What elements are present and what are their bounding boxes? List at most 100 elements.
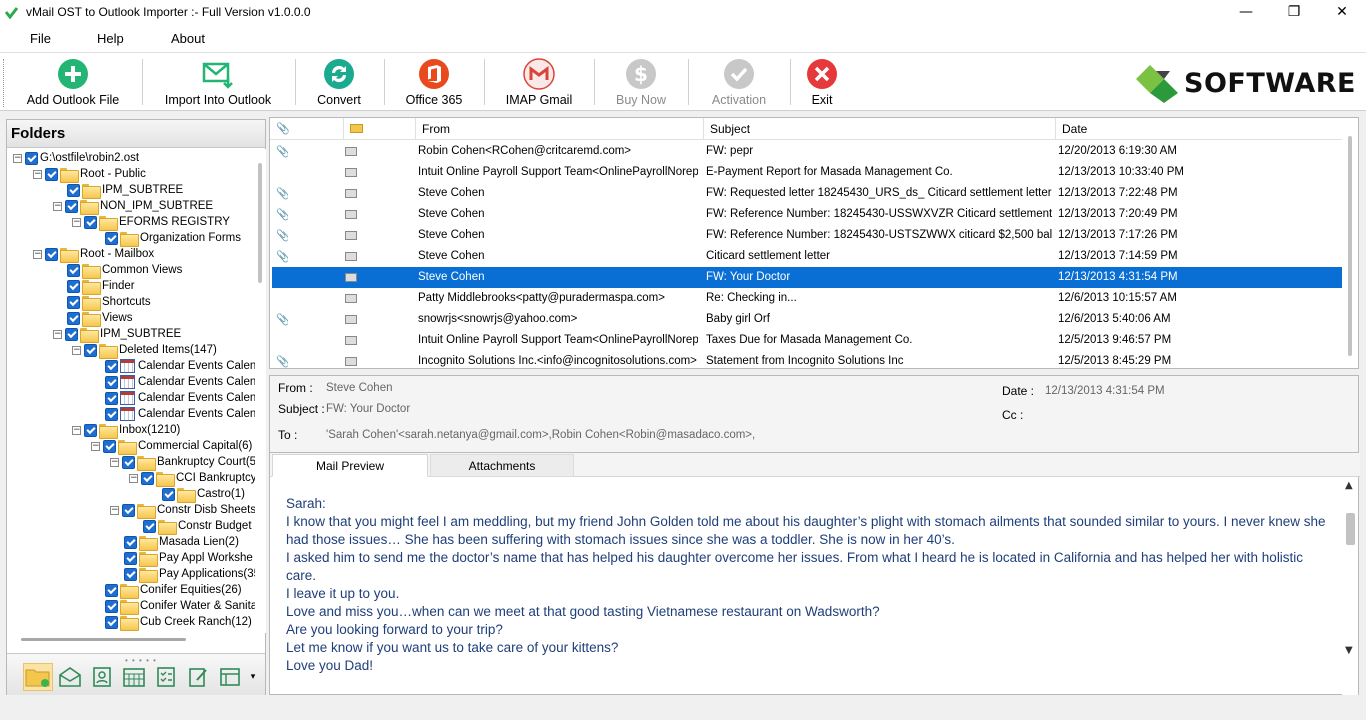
mail-row[interactable]: 📎 snowrjs<snowrjs@yahoo.com> Baby girl Orf… [272, 309, 1342, 330]
tree-node-pay-appl-workshe[interactable]: Pay Appl Workshe [124, 550, 253, 567]
folders-nav-icon [25, 669, 50, 687]
envelope-icon [345, 141, 359, 162]
tree-node-conifer-equities[interactable]: Conifer Equities(26) [105, 582, 242, 599]
tree-node-cub-creek-ranch[interactable]: Cub Creek Ranch(12) [105, 614, 252, 631]
nav-tasks-button[interactable] [151, 663, 181, 691]
menu-about[interactable]: About [171, 31, 205, 46]
tree-node-pay-applications[interactable]: Pay Applications(35 [124, 566, 255, 583]
mail-row[interactable]: 📎 Steve Cohen FW: Reference Number: 182454… [272, 225, 1342, 246]
tree-node-organization-forms[interactable]: Organization Forms [105, 230, 241, 247]
close-window-button[interactable]: ✕ [1318, 0, 1366, 24]
mail-from: Patty Middlebrooks<patty@puradermaspa.co… [418, 292, 665, 304]
body-line: Love you Dad! [286, 658, 374, 673]
mail-row[interactable]: Intuit Online Payroll Support Team<Onlin… [272, 162, 1342, 183]
mail-row[interactable]: 📎 Robin Cohen<RCohen@critcaremd.com> FW: p… [272, 141, 1342, 162]
nav-journal-button[interactable] [215, 663, 245, 691]
envelope-icon [345, 267, 359, 288]
tree-node-eforms-registry[interactable]: − EFORMS REGISTRY [72, 214, 230, 231]
menu-help[interactable]: Help [97, 31, 124, 46]
import-into-outlook-button[interactable]: Import Into Outlook [163, 57, 273, 107]
attachment-column-icon[interactable]: 📎 [270, 118, 294, 140]
tree-node-masada-lien[interactable]: Masada Lien(2) [124, 534, 239, 551]
folder-tree[interactable]: − G:\ostfile\robin2.ost − Root - Public IP… [7, 149, 255, 633]
tree-node-bankruptcy-court[interactable]: − Bankruptcy Court(5 [110, 454, 255, 471]
scroll-up-icon[interactable]: ▲ [1345, 480, 1353, 491]
tree-node-calendar-events-2[interactable]: Calendar Events Calen [105, 374, 255, 390]
tree-node-views[interactable]: Views [67, 310, 132, 327]
tree-node-root-public[interactable]: − Root - Public [33, 166, 146, 183]
attachment-icon [276, 288, 288, 309]
nav-notes-button[interactable] [183, 663, 213, 691]
attachment-icon: 📎 [276, 204, 288, 225]
imap-gmail-button[interactable]: IMAP Gmail [503, 57, 575, 107]
body-line: I asked him to send me the doctor’s name… [286, 550, 1304, 583]
folder-icon [82, 311, 101, 327]
scroll-down-icon[interactable]: ▼ [1345, 645, 1353, 656]
activation-button[interactable]: Activation [708, 57, 770, 107]
tree-node-ipm-subtree-mailbox[interactable]: − IPM_SUBTREE [53, 326, 181, 343]
folder-tree-scrollbar[interactable] [255, 149, 266, 633]
tree-node-cci-bankruptcy[interactable]: − CCI Bankruptcy [129, 470, 255, 487]
nav-more-icon[interactable]: ▾ [245, 663, 261, 691]
tree-node-commercial-capital[interactable]: − Commercial Capital(6) [91, 438, 252, 455]
buy-now-button[interactable]: $ Buy Now [613, 57, 669, 107]
office365-label: Office 365 [405, 93, 463, 107]
folder-icon [139, 567, 158, 583]
column-header-subject[interactable]: Subject [703, 118, 1055, 140]
mail-from: Steve Cohen [418, 250, 485, 262]
mail-row[interactable]: 📎 Steve Cohen Citicard settlement letter 12… [272, 246, 1342, 267]
tree-node-common-views[interactable]: Common Views [67, 262, 182, 279]
maximize-button[interactable]: ❐ [1270, 0, 1318, 24]
folder-tree-hscrollbar[interactable] [21, 638, 186, 641]
mail-from: Steve Cohen [418, 187, 485, 199]
tab-mail-preview[interactable]: Mail Preview [272, 454, 428, 477]
column-header-from[interactable]: From [415, 118, 703, 140]
tree-node-conifer-water[interactable]: Conifer Water & Sanitat [105, 598, 255, 615]
tab-attachments[interactable]: Attachments [430, 454, 574, 477]
tree-node-deleted-items[interactable]: − Deleted Items(147) [72, 342, 217, 359]
column-header-date[interactable]: Date [1055, 118, 1345, 140]
tree-node-root-mailbox[interactable]: − Root - Mailbox [33, 246, 154, 263]
tree-node-calendar-events-1[interactable]: Calendar Events Calen [105, 358, 255, 374]
tree-node-castro[interactable]: Castro(1) [162, 486, 245, 503]
office365-button[interactable]: Office 365 [403, 57, 465, 107]
mail-row[interactable]: Steve Cohen FW: Your Doctor 12/13/2013 4:3… [272, 267, 1342, 288]
tree-node-ipm-subtree-public[interactable]: IPM_SUBTREE [67, 182, 183, 199]
nav-contacts-button[interactable] [87, 663, 117, 691]
convert-button[interactable]: Convert [314, 57, 364, 107]
attachment-icon [276, 330, 288, 351]
mail-row[interactable]: Patty Middlebrooks<patty@puradermaspa.co… [272, 288, 1342, 309]
tree-node-calendar-events-3[interactable]: Calendar Events Calen [105, 390, 255, 406]
tree-node-calendar-events-4[interactable]: Calendar Events Calen [105, 406, 255, 422]
tree-node-non-ipm-subtree[interactable]: − NON_IPM_SUBTREE [53, 198, 213, 215]
mail-row[interactable]: 📎 Incognito Solutions Inc.<info@incognito… [272, 351, 1342, 368]
tree-node-inbox[interactable]: − Inbox(1210) [72, 422, 180, 439]
brand-diamond-icon [1136, 65, 1178, 103]
preview-scrollbar[interactable]: ▲ ▼ [1342, 477, 1358, 695]
mail-list-scrollbar[interactable] [1342, 118, 1358, 368]
tree-node-constr-budget[interactable]: Constr Budget [143, 518, 252, 535]
mail-row[interactable]: 📎 Steve Cohen FW: Requested letter 1824543… [272, 183, 1342, 204]
to-value: 'Sarah Cohen'<sarah.netanya@gmail.com>,R… [326, 429, 756, 441]
tree-node-shortcuts[interactable]: Shortcuts [67, 294, 151, 311]
imap-gmail-label: IMAP Gmail [505, 93, 573, 107]
folder-icon [60, 167, 79, 183]
convert-label: Convert [317, 93, 361, 107]
minimize-button[interactable]: — [1222, 0, 1270, 24]
folder-icon [120, 615, 139, 631]
attachment-icon: 📎 [276, 351, 288, 368]
nav-folders-button[interactable] [23, 663, 53, 691]
body-line: Sarah: [286, 496, 326, 511]
tree-node-ost-root[interactable]: − G:\ostfile\robin2.ost [13, 150, 139, 166]
nav-calendar-button[interactable] [119, 663, 149, 691]
exit-button[interactable]: Exit [803, 57, 841, 107]
add-outlook-file-button[interactable]: Add Outlook File [27, 57, 119, 107]
menu-file[interactable]: File [30, 31, 51, 46]
mail-row[interactable]: Intuit Online Payroll Support Team<Onlin… [272, 330, 1342, 351]
nav-mail-button[interactable] [55, 663, 85, 691]
folder-icon [118, 439, 137, 455]
mail-row[interactable]: 📎 Steve Cohen FW: Reference Number: 182454… [272, 204, 1342, 225]
tree-node-finder[interactable]: Finder [67, 278, 135, 295]
read-status-column-icon[interactable] [343, 118, 415, 140]
tree-node-constr-disb-sheets[interactable]: − Constr Disb Sheets [110, 502, 255, 519]
